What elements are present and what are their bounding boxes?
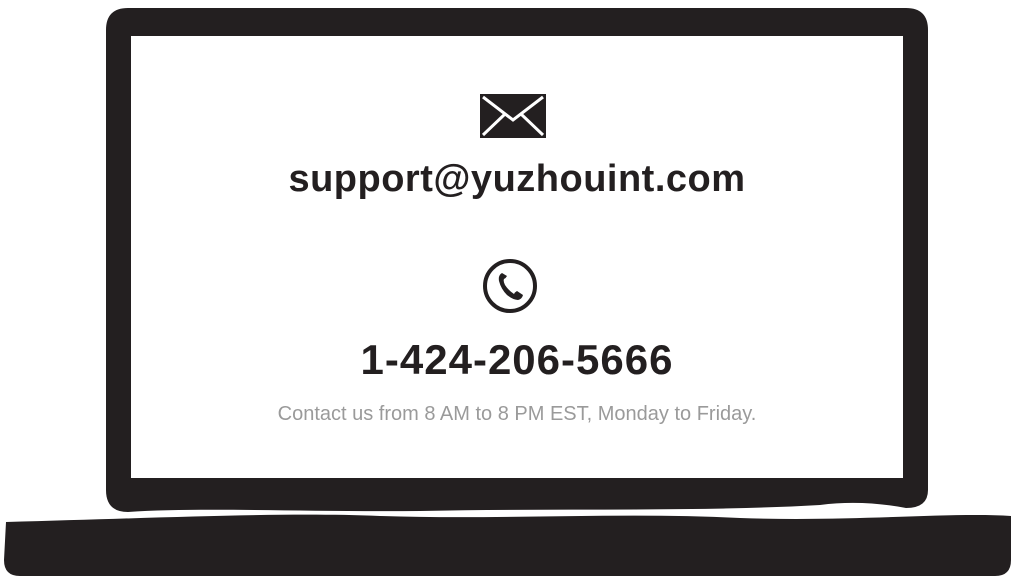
- phone-icon: [483, 259, 537, 313]
- contact-hours: Contact us from 8 AM to 8 PM EST, Monday…: [277, 403, 757, 425]
- envelope-icon: [480, 94, 546, 138]
- support-phone[interactable]: 1-424-206-5666: [131, 336, 903, 384]
- laptop-base: [4, 514, 1011, 576]
- support-email[interactable]: support@yuzhouint.com: [131, 158, 903, 201]
- screen-content: support@yuzhouint.com 1-424-206-5666 Con…: [131, 36, 903, 478]
